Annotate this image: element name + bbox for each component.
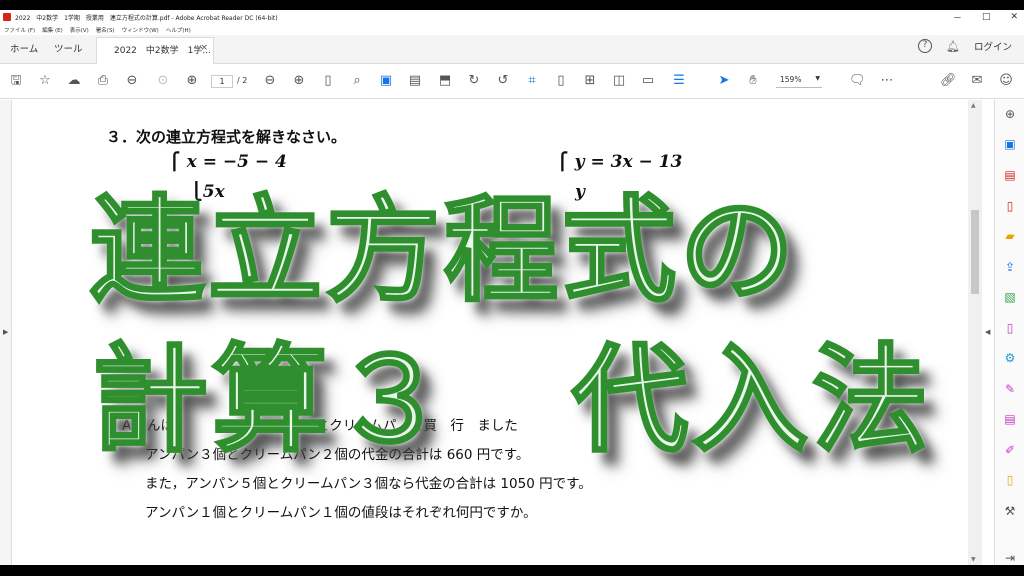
scan-ocr-icon[interactable]: ⚙	[1002, 350, 1018, 366]
print-icon[interactable]: ⎙	[95, 73, 111, 89]
pen-tool-icon[interactable]: ✐	[1002, 442, 1018, 458]
acrobat-app-icon	[3, 13, 11, 21]
menu-view[interactable]: 表示(V)	[70, 26, 89, 34]
email-icon[interactable]: ✉	[969, 73, 985, 89]
share-tool-icon[interactable]: ⇪	[1002, 259, 1018, 275]
menu-window[interactable]: ウィンドウ(W)	[122, 26, 159, 34]
rotate-counterclockwise-icon[interactable]: ↺	[495, 73, 511, 89]
tab-bar: ホーム ツール 2022 中2数学 1学... × ? 🔔︎ ログイン	[0, 35, 1024, 64]
rotate-clockwise-icon[interactable]: ↻	[466, 73, 482, 89]
chevron-down-icon: ▼	[815, 75, 820, 82]
stamp-icon[interactable]: ⬒	[437, 73, 453, 89]
export-pdf-icon[interactable]: ▯	[1002, 198, 1018, 214]
menu-help[interactable]: ヘルプ(H)	[166, 26, 191, 34]
hand-tool-icon[interactable]: ✋︎	[745, 73, 761, 89]
create-pdf-icon[interactable]: ▣	[1002, 136, 1018, 152]
more-tools-icon[interactable]: ⚒	[1002, 503, 1018, 519]
zoom-tool-icon[interactable]: ⊕	[1002, 106, 1018, 122]
tab-close-icon[interactable]: ×	[200, 43, 208, 53]
zoom-search-icon[interactable]: ⊖	[124, 73, 140, 89]
find-text-icon[interactable]: ⌕	[349, 73, 365, 89]
question-heading: ３．次の連立方程式を解きなさい。	[106, 128, 347, 146]
select-cursor-icon[interactable]: ➤	[716, 73, 732, 89]
comment-icon[interactable]: 🗨︎	[849, 73, 866, 89]
title-bar: 2022 中2数学 1学期 授業用 連立方程式の計算.pdf - Adobe A…	[0, 10, 1024, 24]
stamp-tool-icon[interactable]: ▯	[1002, 472, 1018, 488]
tab-bar-right: ? 🔔︎ ログイン	[918, 39, 1012, 53]
save-icon[interactable]: 🖫	[8, 73, 24, 89]
previous-page-icon[interactable]: ⊙	[155, 73, 171, 89]
title-overlay-line1: 連立方程式の	[88, 183, 799, 319]
two-page-view-icon[interactable]: ◫	[611, 73, 627, 89]
notification-bell-icon[interactable]: 🔔︎	[946, 40, 960, 53]
tab-document[interactable]: 2022 中2数学 1学... ×	[96, 37, 214, 64]
protect-icon[interactable]: ▤	[1002, 411, 1018, 427]
scroll-thumb[interactable]	[971, 210, 979, 294]
organize-pages-icon[interactable]: ⊞	[582, 73, 598, 89]
bookmark-star-icon[interactable]: ☆	[37, 73, 53, 89]
upload-cloud-icon[interactable]: ☁	[66, 73, 82, 89]
maximize-button[interactable]: □	[982, 12, 991, 22]
zoom-out-icon[interactable]: ⊖	[262, 73, 278, 89]
tab-document-label: 2022 中2数学 1学...	[114, 46, 211, 56]
collapse-right-panel-icon[interactable]: ◀	[985, 328, 990, 336]
vertical-scrollbar[interactable]: ▲ ▼	[968, 100, 982, 565]
menu-file[interactable]: ファイル (F)	[4, 26, 35, 34]
image-icon[interactable]: ▤	[407, 73, 423, 89]
window-title: 2022 中2数学 1学期 授業用 連立方程式の計算.pdf - Adobe A…	[15, 14, 278, 22]
page-count-icon[interactable]: ▯	[320, 73, 336, 89]
menu-sign[interactable]: 署名(S)	[96, 26, 115, 34]
close-window-button[interactable]: ✕	[1010, 12, 1018, 22]
acrobat-window: 2022 中2数学 1学期 授業用 連立方程式の計算.pdf - Adobe A…	[0, 10, 1024, 565]
comment-tool-icon[interactable]: ▰	[1002, 228, 1018, 244]
person-icon[interactable]: ☺	[998, 73, 1014, 89]
page-number-input[interactable]: 1	[211, 75, 233, 88]
fit-width-icon[interactable]: ▣	[378, 73, 394, 89]
left-navigation-panel[interactable]: ▶	[0, 100, 12, 565]
fill-sign-icon[interactable]: ▧	[1002, 289, 1018, 305]
toolbar: 🖫 ☆ ☁ ⎙ ⊖ ⊙ ⊕ 1 / 2 ⊖ ⊕ ▯ ⌕ ▣ ▤ ⬒ ↻ ↺ ⌗ …	[0, 64, 1024, 99]
scroll-down-arrow-icon[interactable]: ▼	[971, 556, 976, 563]
menu-edit[interactable]: 編集 (E)	[42, 26, 63, 34]
zoom-in-icon[interactable]: ⊕	[291, 73, 307, 89]
edit-pdf-icon[interactable]: ▯	[1002, 320, 1018, 336]
document-icon[interactable]: ▯	[553, 73, 569, 89]
sign-tool-icon[interactable]: ✎	[1002, 381, 1018, 397]
window-controls: － □ ✕	[953, 10, 1018, 24]
scroll-mode-icon[interactable]: ☰	[671, 73, 687, 89]
collapse-tools-icon[interactable]: ⇥	[1002, 550, 1018, 565]
zoom-value: 159%	[780, 75, 802, 84]
presentation-icon[interactable]: ▭	[640, 73, 656, 89]
tab-home[interactable]: ホーム	[10, 41, 38, 55]
help-icon[interactable]: ?	[918, 39, 933, 53]
scroll-up-arrow-icon[interactable]: ▲	[971, 102, 976, 109]
right-tools-panel: ⊕ ▣ ▤ ▯ ▰ ⇪ ▧ ▯ ⚙ ✎ ▤ ✐ ▯ ⚒ ⇥	[994, 100, 1024, 565]
problem-line-4: アンパン１個とクリームパン１個の値段はそれぞれ何円ですか。	[145, 505, 537, 521]
crop-icon[interactable]: ⌗	[524, 73, 540, 89]
expand-left-panel-icon[interactable]: ▶	[3, 328, 8, 336]
tab-tools[interactable]: ツール	[54, 41, 83, 55]
combine-files-icon[interactable]: ▤	[1002, 167, 1018, 183]
title-overlay-line2: 計算３ 代入法	[91, 332, 932, 470]
more-options-icon[interactable]: ⋯	[879, 73, 895, 89]
zoom-level-select[interactable]: 159% ▼	[776, 75, 822, 88]
login-button[interactable]: ログイン	[974, 39, 1012, 53]
minimize-button[interactable]: －	[953, 11, 962, 24]
problem-line-3: また，アンパン５個とクリームパン３個なら代金の合計は 1050 円です。	[145, 476, 592, 492]
share-link-icon[interactable]: 🔗︎	[940, 73, 957, 89]
menu-bar: ファイル (F) 編集 (E) 表示(V) 署名(S) ウィンドウ(W) ヘルプ…	[0, 24, 1024, 35]
next-page-icon[interactable]: ⊕	[184, 73, 200, 89]
page-total: / 2	[237, 76, 248, 85]
